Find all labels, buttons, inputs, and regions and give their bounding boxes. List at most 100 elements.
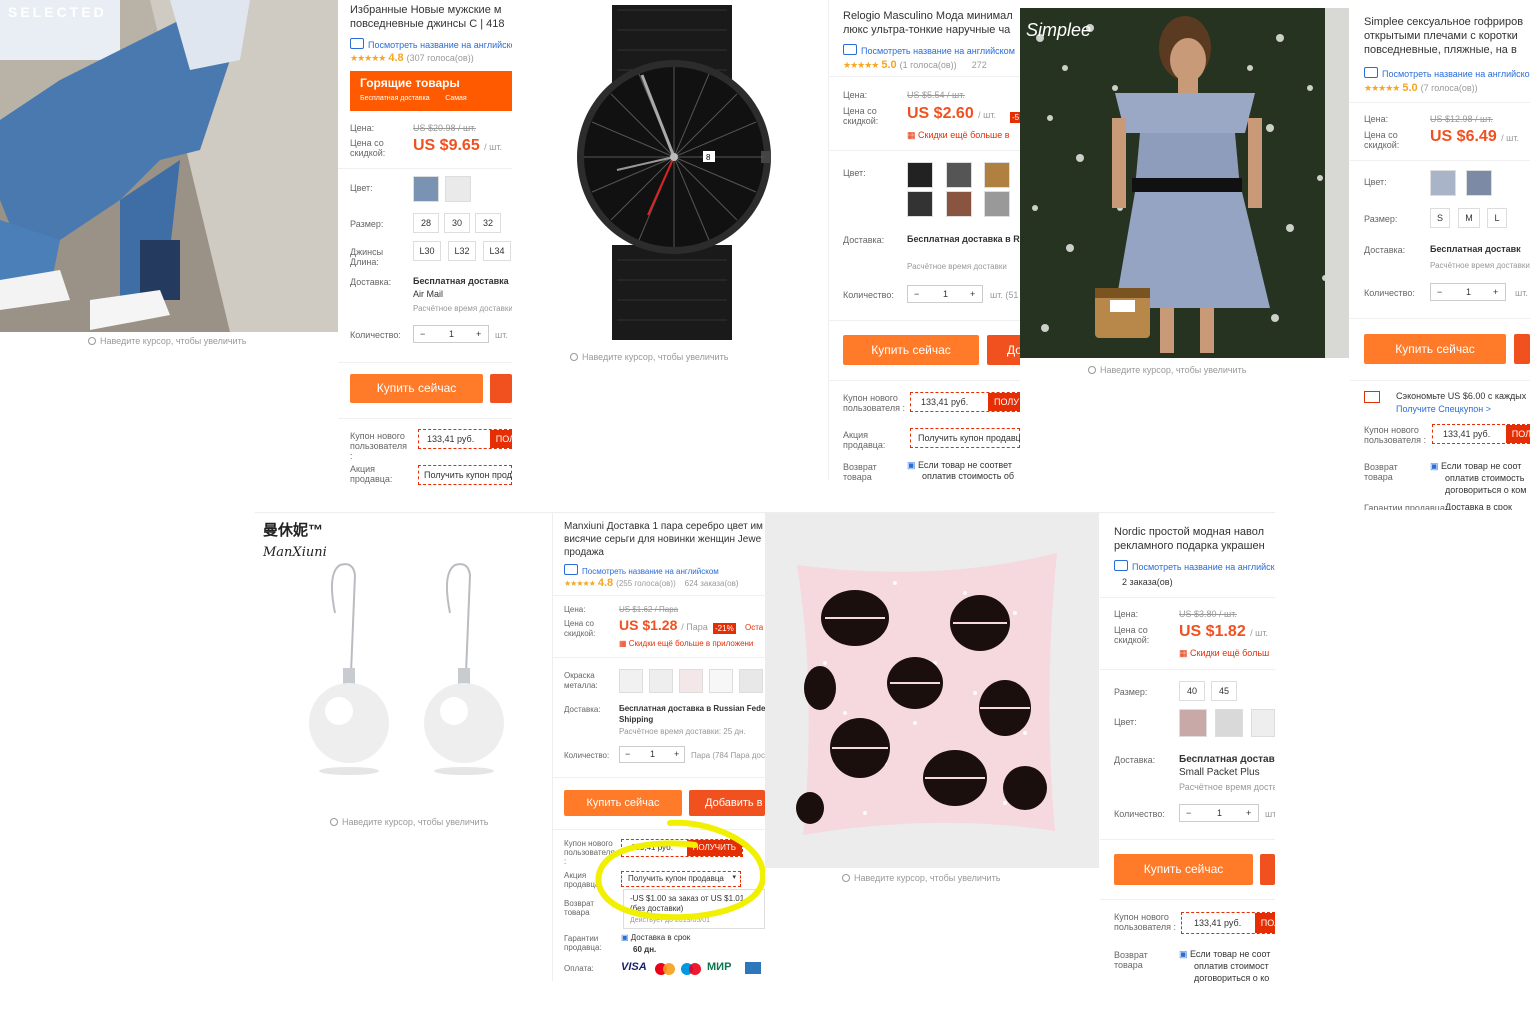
plus-icon[interactable]: + <box>970 289 975 299</box>
plus-icon[interactable]: + <box>674 749 679 759</box>
add-to-cart-button[interactable]: Добавить в <box>689 790 765 816</box>
product-image-dress[interactable]: Simplee <box>1020 8 1349 358</box>
metal-swatch-2[interactable] <box>649 669 673 693</box>
shipping-method-select[interactable]: Shipping <box>619 715 653 724</box>
get-special-coupon-link[interactable]: Получите Спецкупон > <box>1396 404 1491 414</box>
payment-amex-icon <box>745 962 761 974</box>
size-option[interactable]: 28 <box>413 213 439 233</box>
color-swatch-5[interactable] <box>946 191 972 217</box>
minus-icon[interactable]: − <box>914 289 919 299</box>
product-image-earrings[interactable]: 曼休妮™ ManXiuni <box>255 513 552 813</box>
rating[interactable]: ★★★★★ 4.8 (307 голоса(ов)) <box>350 52 474 64</box>
color-swatch-2[interactable] <box>1215 709 1243 737</box>
get-seller-coupon[interactable]: Получить купон продавца <box>418 465 512 485</box>
color-swatch-2[interactable] <box>946 162 972 188</box>
quantity-value[interactable]: 1 <box>1217 808 1222 818</box>
product-title[interactable]: Simplee сексуальное гофриров открытыми пл… <box>1364 15 1523 57</box>
new-user-coupon[interactable]: 133,41 руб. ПОЛ <box>418 429 512 449</box>
quantity-value[interactable]: 1 <box>943 289 948 299</box>
translate-title-link[interactable]: Посмотреть название на английском <box>843 44 1015 56</box>
new-user-coupon[interactable]: 133,41 руб. ПОЛ <box>1432 424 1530 444</box>
get-coupon-button[interactable]: ПОЛУ <box>988 393 1020 411</box>
plus-icon[interactable]: + <box>476 329 481 339</box>
size-option[interactable]: 45 <box>1211 681 1237 701</box>
color-swatch-1[interactable] <box>413 176 439 202</box>
product-title[interactable]: Избранные Новые мужские м повседневные дж… <box>350 3 505 31</box>
quantity-stepper[interactable]: − 1 + <box>413 325 489 343</box>
translate-title-link[interactable]: Посмотреть название на английском <box>564 564 719 576</box>
rating[interactable]: ★★★★★ 4.8 (255 голоса(ов)) 624 заказа(ов) <box>564 577 739 589</box>
quantity-stepper[interactable]: − 1 + <box>619 746 685 763</box>
color-swatch-1[interactable] <box>1430 170 1456 196</box>
metal-swatch-5[interactable] <box>739 669 763 693</box>
buy-now-button[interactable]: Купить сейчас <box>564 790 682 816</box>
product-title[interactable]: Nordic простой модная навол рекламного по… <box>1114 525 1265 553</box>
shipping-method-select[interactable]: Air Mail <box>413 289 443 299</box>
color-swatch-6[interactable] <box>984 191 1010 217</box>
length-option[interactable]: L34 <box>483 241 511 261</box>
product-title[interactable]: Manxiuni Доставка 1 пара серебро цвет им… <box>564 520 763 559</box>
app-discount-link[interactable]: ▦ Скидки ещё больше в приложени <box>619 639 753 648</box>
size-option[interactable]: L <box>1487 208 1507 228</box>
buy-now-button[interactable]: Купить сейчас <box>1364 334 1506 364</box>
quantity-stepper[interactable]: − 1 + <box>907 285 983 303</box>
length-option[interactable]: L30 <box>413 241 441 261</box>
quantity-value[interactable]: 1 <box>650 749 655 759</box>
color-swatch-1[interactable] <box>907 162 933 188</box>
minus-icon[interactable]: − <box>625 749 630 759</box>
size-option[interactable]: 32 <box>475 213 501 233</box>
shipping-method-select[interactable]: Small Packet Plus <box>1179 767 1260 778</box>
metal-swatch-3[interactable] <box>679 669 703 693</box>
app-discount-link[interactable]: ▦ Скидки ещё больше в <box>907 130 1010 141</box>
color-swatch-2[interactable] <box>445 176 471 202</box>
product-image-pillow[interactable] <box>765 513 1099 868</box>
quantity-stepper[interactable]: − 1 + <box>1430 283 1506 301</box>
length-option[interactable]: L32 <box>448 241 476 261</box>
quantity-stepper[interactable]: − 1 + <box>1179 804 1259 822</box>
size-option[interactable]: 40 <box>1179 681 1205 701</box>
size-option[interactable]: S <box>1430 208 1450 228</box>
translate-title-link[interactable]: Посмотреть название на английском <box>1364 67 1530 79</box>
translate-title-link[interactable]: Посмотреть название на английском <box>350 38 512 50</box>
product-image-jeans[interactable]: SELECTED <box>0 0 338 332</box>
metal-swatch-4[interactable] <box>709 669 733 693</box>
size-option[interactable]: M <box>1458 208 1480 228</box>
plus-icon[interactable]: + <box>1246 808 1251 818</box>
delivery-label: Доставка: <box>350 277 392 287</box>
get-seller-coupon[interactable]: Получить купон продавца <box>910 428 1020 448</box>
metal-swatch-1[interactable] <box>619 669 643 693</box>
color-swatch-1[interactable] <box>1179 709 1207 737</box>
add-to-cart-button[interactable] <box>1260 854 1275 885</box>
coupon-label: Купон нового пользователя : <box>843 393 905 413</box>
new-user-coupon[interactable]: 133,41 руб. ПОЛ <box>1181 912 1275 934</box>
quantity-value[interactable]: 1 <box>1466 287 1471 297</box>
rating[interactable]: ★★★★★ 5.0 (1 голоса(ов)) 272 <box>843 59 987 71</box>
color-swatch-3[interactable] <box>1251 709 1275 737</box>
color-swatch-2[interactable] <box>1466 170 1492 196</box>
color-swatch-4[interactable] <box>907 191 933 217</box>
translate-title-link[interactable]: Посмотреть название на английском <box>1114 560 1275 572</box>
app-discount-link[interactable]: ▦ Скидки ещё больш <box>1179 648 1269 659</box>
minus-icon[interactable]: − <box>1437 287 1442 297</box>
add-to-cart-button[interactable] <box>1514 334 1530 364</box>
buy-now-button[interactable]: Купить сейчас <box>843 335 979 365</box>
quantity-value[interactable]: 1 <box>449 329 454 339</box>
add-to-cart-button[interactable]: До <box>987 335 1020 365</box>
minus-icon[interactable]: − <box>420 329 425 339</box>
buy-now-button[interactable]: Купить сейчас <box>350 374 483 403</box>
get-coupon-button[interactable]: ПОЛ <box>1254 913 1275 933</box>
new-user-coupon[interactable]: 133,41 руб. ПОЛУ <box>910 392 1020 412</box>
get-coupon-button[interactable]: ПОЛ <box>489 430 512 448</box>
color-swatch-3[interactable] <box>984 162 1010 188</box>
add-to-cart-button[interactable] <box>490 374 512 403</box>
plus-icon[interactable]: + <box>1493 287 1498 297</box>
buy-now-button[interactable]: Купить сейчас <box>1114 854 1253 885</box>
product-title[interactable]: Relogio Masculino Мода минимал люкс ультр… <box>843 9 1013 37</box>
rating[interactable]: ★★★★★ 5.0 (7 голоса(ов)) <box>1364 82 1478 94</box>
hot-deals-banner: Горящие товары Бесплатная доставка Самая <box>350 71 512 111</box>
get-coupon-button[interactable]: ПОЛ <box>1505 425 1530 443</box>
discount-badge: -21% <box>713 623 736 634</box>
minus-icon[interactable]: − <box>1186 808 1191 818</box>
product-image-watch[interactable]: 8 <box>532 0 822 345</box>
size-option[interactable]: 30 <box>444 213 470 233</box>
